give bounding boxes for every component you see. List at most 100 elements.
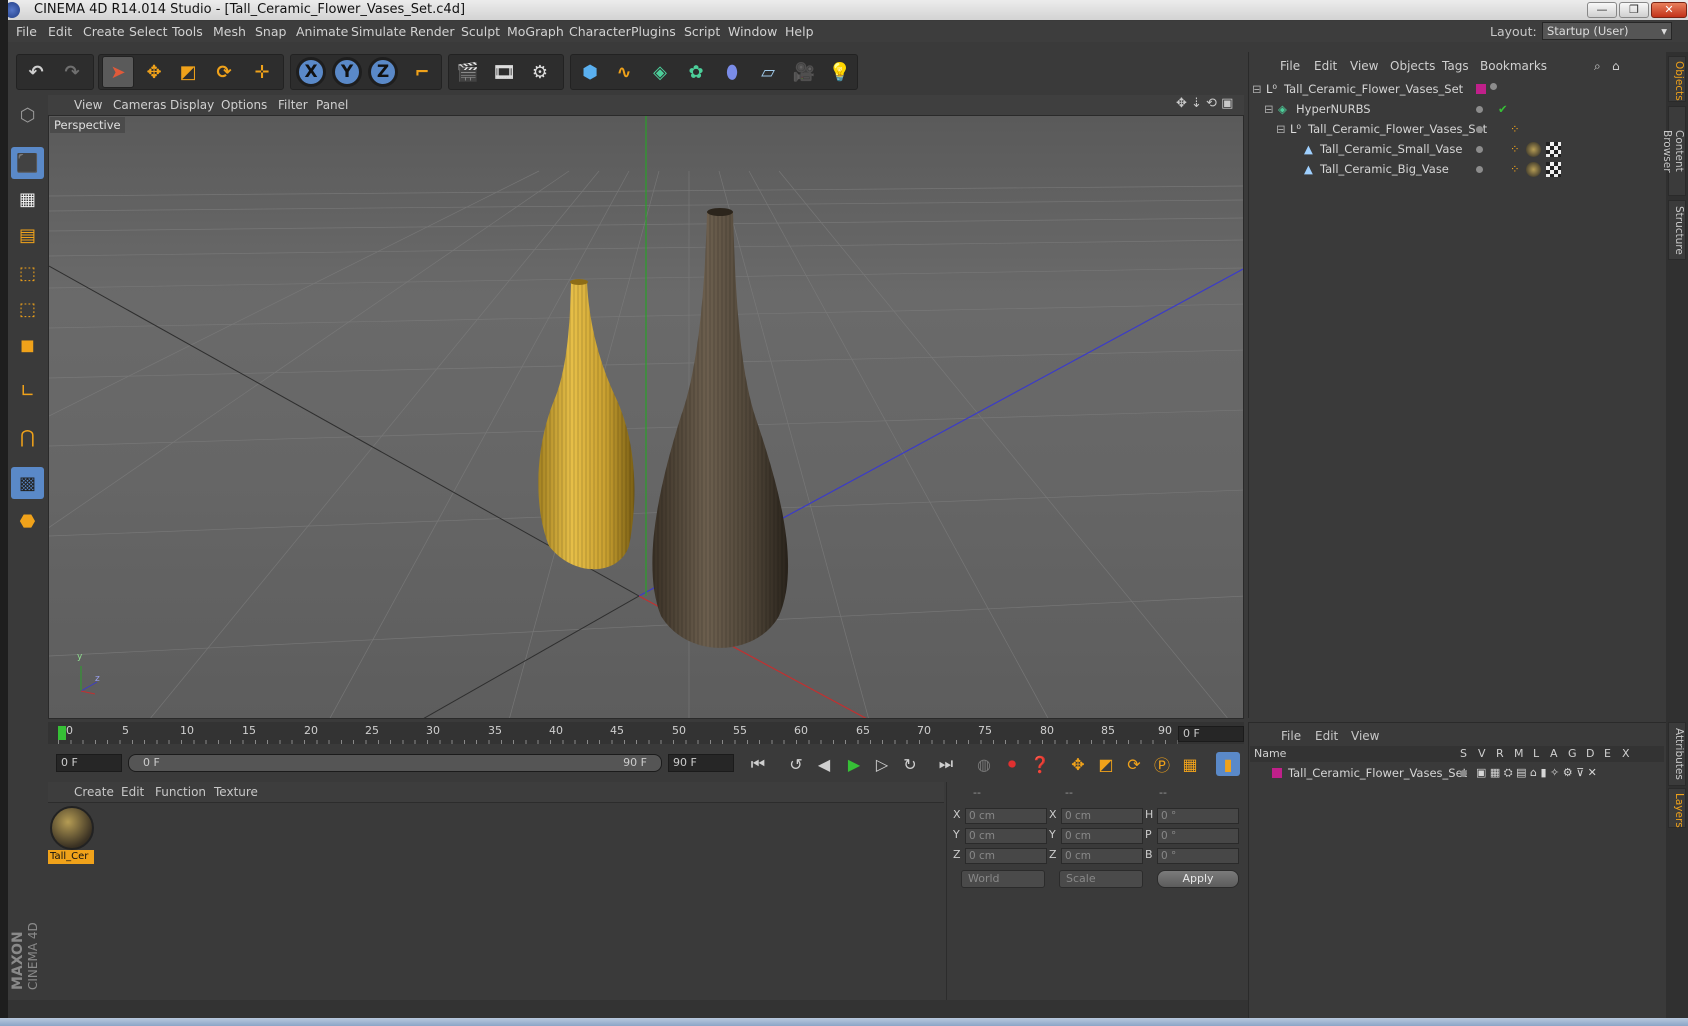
light-icon[interactable]: 💡 — [824, 56, 856, 88]
timeline-ruler[interactable]: 0 5 10 15 20 25 30 35 40 45 50 55 60 65 … — [48, 722, 1244, 744]
end-frame-field[interactable]: 90 F — [668, 754, 734, 772]
viewport-menu-cameras[interactable]: Cameras — [113, 98, 166, 112]
render-view-icon[interactable]: 🎬 — [452, 56, 484, 88]
menu-sculpt[interactable]: Sculpt — [461, 24, 500, 39]
object-menu-bookmarks[interactable]: Bookmarks — [1480, 59, 1547, 73]
object-row[interactable]: ⊟ L⁰ Tall_Ceramic_Flower_Vases_Set ⁘ — [1250, 120, 1664, 139]
viewport-menu-display[interactable]: Display — [170, 98, 214, 112]
spline-pen-icon[interactable]: ∿ — [608, 56, 640, 88]
position-key-icon[interactable]: ✥ — [1066, 752, 1090, 776]
collapse-icon[interactable]: ⊟ — [1252, 82, 1262, 96]
layer-menu-file[interactable]: File — [1281, 729, 1301, 743]
viewport-navigation-icons[interactable]: ✥ ⇣ ⟲ ▣ — [1176, 96, 1233, 111]
menu-window[interactable]: Window — [728, 24, 777, 39]
object-row[interactable]: ⊟ L⁰ Tall_Ceramic_Flower_Vases_Set — [1250, 80, 1664, 99]
menu-edit[interactable]: Edit — [48, 24, 72, 39]
rotate-icon[interactable]: ⟳ — [208, 56, 240, 88]
menu-render[interactable]: Render — [410, 24, 455, 39]
restore-button[interactable]: ❐ — [1619, 2, 1649, 18]
polygons-mode-icon[interactable]: ◼ — [11, 329, 44, 361]
menu-mesh[interactable]: Mesh — [213, 24, 246, 39]
enabled-check-icon[interactable]: ✔ — [1498, 102, 1508, 116]
coordinate-system-icon[interactable]: ⌐ — [406, 56, 438, 88]
viewport-menu-options[interactable]: Options — [221, 98, 267, 112]
material-menu-function[interactable]: Function — [155, 785, 206, 799]
size-y-field[interactable]: 0 cm — [1061, 828, 1143, 844]
edges-mode-icon[interactable]: ⬚ — [11, 293, 44, 325]
floor-icon[interactable]: ▱ — [752, 56, 784, 88]
material-menu-edit[interactable]: Edit — [121, 785, 144, 799]
menu-help[interactable]: Help — [785, 24, 814, 39]
rot-p-field[interactable]: 0 ° — [1157, 828, 1239, 844]
previous-key-icon[interactable]: ↺ — [784, 752, 808, 776]
viewport-menu-filter[interactable]: Filter — [278, 98, 308, 112]
workplane-mode-icon[interactable]: ▤ — [11, 219, 44, 251]
minimize-button[interactable]: — — [1587, 2, 1617, 18]
object-menu-file[interactable]: File — [1280, 59, 1300, 73]
material-menu-texture[interactable]: Texture — [214, 785, 258, 799]
array-icon[interactable]: ✿ — [680, 56, 712, 88]
texture-tag-icon[interactable] — [1546, 142, 1561, 157]
material-thumbnail[interactable] — [50, 806, 94, 850]
perspective-viewport[interactable]: y z — [48, 115, 1244, 719]
redo-icon[interactable]: ↷ — [56, 56, 88, 88]
model-mode-icon[interactable]: ⬛ — [11, 147, 44, 179]
phong-tag-icon[interactable]: ⁘ — [1510, 162, 1520, 176]
layer-menu-view[interactable]: View — [1351, 729, 1379, 743]
locked-workplane-icon[interactable]: ⬣ — [11, 505, 44, 537]
pos-x-field[interactable]: 0 cm — [965, 808, 1047, 824]
material-name-label[interactable]: Tall_Cer — [48, 850, 94, 864]
nurbs-icon[interactable]: ◈ — [644, 56, 676, 88]
object-menu-view[interactable]: View — [1350, 59, 1378, 73]
previous-frame-icon[interactable]: ◀ — [812, 752, 836, 776]
object-menu-edit[interactable]: Edit — [1314, 59, 1337, 73]
render-picture-viewer-icon[interactable]: 🎞 — [488, 56, 520, 88]
x-axis-lock-icon[interactable]: X — [296, 57, 326, 87]
layer-color-swatch[interactable] — [1272, 768, 1282, 778]
menu-tools[interactable]: Tools — [172, 24, 203, 39]
menu-select[interactable]: Select — [129, 24, 168, 39]
material-tag-icon[interactable] — [1526, 162, 1541, 177]
viewport-menu-panel[interactable]: Panel — [316, 98, 348, 112]
menu-file[interactable]: File — [16, 24, 37, 39]
close-button[interactable]: ✕ — [1651, 2, 1687, 18]
object-menu-tags[interactable]: Tags — [1442, 59, 1469, 73]
size-z-field[interactable]: 0 cm — [1061, 848, 1143, 864]
texture-tag-icon[interactable] — [1546, 162, 1561, 177]
search-icon[interactable]: ⌕ — [1594, 59, 1601, 74]
menu-script[interactable]: Script — [684, 24, 720, 39]
coordinate-mode-dropdown[interactable]: World — [961, 870, 1045, 888]
menu-create[interactable]: Create — [83, 24, 125, 39]
menu-character[interactable]: Character — [569, 24, 631, 39]
cube-icon[interactable]: ⬢ — [574, 56, 606, 88]
object-row[interactable]: ▲ Tall_Ceramic_Small_Vase ⁘ — [1250, 140, 1664, 159]
layout-dropdown[interactable]: Startup (User) ▾ — [1542, 22, 1672, 40]
rot-b-field[interactable]: 0 ° — [1157, 848, 1239, 864]
menu-animate[interactable]: Animate — [296, 24, 348, 39]
point-level-icon[interactable]: ▦ — [1178, 752, 1202, 776]
workplane-lock-icon[interactable]: ▩ — [11, 467, 44, 499]
current-frame-marker[interactable] — [58, 726, 66, 740]
apply-button[interactable]: Apply — [1157, 870, 1239, 888]
live-selection-icon[interactable]: ➤ — [102, 56, 134, 88]
object-row[interactable]: ▲ Tall_Ceramic_Big_Vase ⁘ — [1250, 160, 1664, 179]
points-mode-icon[interactable]: ⬚ — [11, 257, 44, 289]
layer-solo-dot[interactable] — [1460, 770, 1467, 777]
snap-icon[interactable]: ⋂ — [11, 421, 44, 453]
tab-layers[interactable]: Layers — [1668, 788, 1686, 828]
menu-snap[interactable]: Snap — [255, 24, 286, 39]
tab-structure[interactable]: Structure — [1668, 200, 1686, 260]
move-icon[interactable]: ✥ — [138, 56, 170, 88]
scale-key-icon[interactable]: ◩ — [1094, 752, 1118, 776]
autokey-icon[interactable]: ⏺ — [1000, 752, 1024, 776]
undo-icon[interactable]: ↶ — [20, 56, 52, 88]
y-axis-lock-icon[interactable]: Y — [332, 57, 362, 87]
tab-attributes[interactable]: Attributes — [1668, 722, 1686, 786]
home-icon[interactable]: ⌂ — [1612, 59, 1620, 73]
recent-tool-icon[interactable]: ✛ — [246, 56, 278, 88]
current-frame-field[interactable]: 0 F — [1178, 726, 1244, 742]
size-mode-dropdown[interactable]: Scale — [1059, 870, 1143, 888]
next-frame-icon[interactable]: ▷ — [870, 752, 894, 776]
texture-mode-icon[interactable]: ▦ — [11, 183, 44, 215]
viewport-menu-view[interactable]: View — [74, 98, 102, 112]
